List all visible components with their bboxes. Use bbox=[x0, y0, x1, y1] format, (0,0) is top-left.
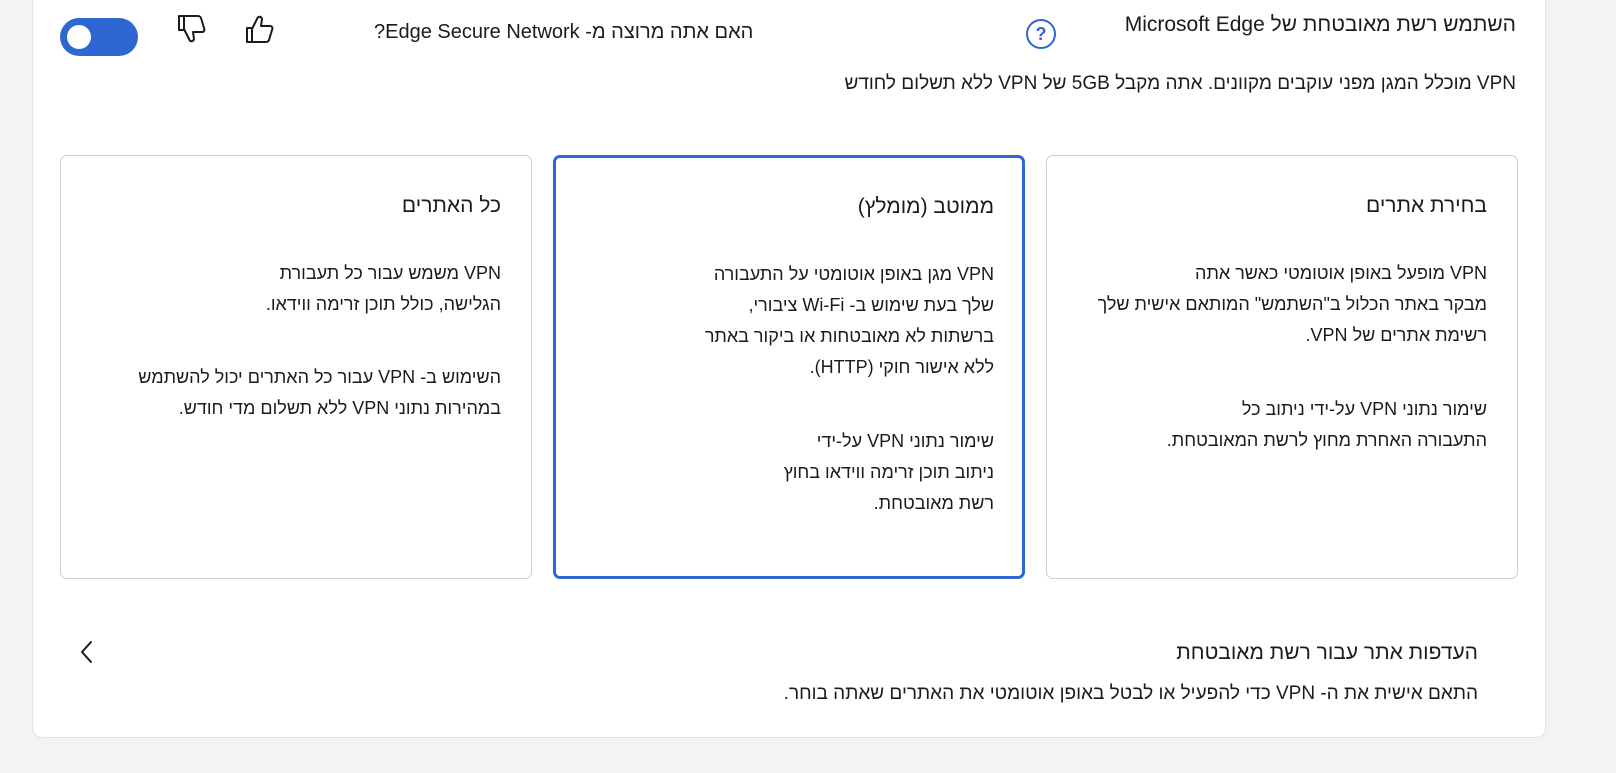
option-title: כל האתרים bbox=[401, 194, 501, 217]
option-text-line: VPN מופעל באופן אוטומטי כאשר אתה bbox=[1195, 263, 1487, 283]
option-text-line: ניתוב תוכן זרימה ווידאו בחוץ bbox=[783, 462, 994, 482]
option-text-line: במהירות נתוני VPN ללא תשלום מדי חודש. bbox=[178, 398, 501, 418]
thumbs-down-icon[interactable] bbox=[173, 11, 209, 47]
option-text-line: ברשתות לא מאובטחות או ביקור באתר bbox=[704, 326, 994, 346]
chevron-left-icon[interactable] bbox=[77, 638, 97, 666]
secure-network-panel: השתמש רשת מאובטחת של Microsoft Edge ? הא… bbox=[32, 0, 1546, 738]
option-text-line: רשימת אתרים של VPN. bbox=[1305, 325, 1487, 345]
option-text-line: התעבורה האחרת מחוץ לרשת המאובטחת. bbox=[1166, 430, 1487, 450]
option-description: VPN מופעל באופן אוטומטי כאשר אתה מבקר בא… bbox=[1077, 258, 1487, 351]
thumbs-up-icon[interactable] bbox=[241, 11, 277, 47]
option-title: ממוטב (מומלץ) bbox=[857, 195, 994, 218]
option-title: בחירת אתרים bbox=[1366, 194, 1487, 217]
toggle-knob bbox=[67, 25, 91, 49]
option-description: VPN מגן באופן אוטומטי על התעבורה שלך בעת… bbox=[584, 259, 994, 383]
option-text-line: ללא אישור חוקי (HTTP). bbox=[809, 357, 994, 377]
option-text-line: שלך בעת שימוש ב- Wi-Fi ציבורי, bbox=[748, 295, 995, 315]
option-card-all-sites[interactable]: כל האתרים VPN משמש עבור כל תעבורת הגלישה… bbox=[60, 155, 532, 579]
option-note: שימור נתוני VPN על-ידי ניתוב כל התעבורה … bbox=[1077, 394, 1487, 456]
option-text-line: רשת מאובטחת. bbox=[873, 493, 994, 513]
question-circle-icon[interactable]: ? bbox=[1026, 19, 1056, 49]
option-text-line: מבקר באתר הכלול ב"השתמש" המותאם אישית של… bbox=[1097, 294, 1487, 314]
option-text-line: הגלישה, כולל תוכן זרימה ווידאו. bbox=[265, 294, 501, 314]
secure-network-description: VPN מוכלל המגן מפני עוקבים מקוונים. אתה … bbox=[844, 73, 1516, 94]
option-text-line: השימוש ב- VPN עבור כל האתרים יכול להשתמש bbox=[138, 367, 501, 387]
site-preferences-title[interactable]: העדפות אתר עבור רשת מאובטחת bbox=[1176, 641, 1478, 665]
option-note: השימוש ב- VPN עבור כל האתרים יכול להשתמש… bbox=[91, 362, 501, 424]
site-preferences-description: התאם אישית את ה- VPN כדי להפעיל או לבטל … bbox=[783, 683, 1478, 704]
option-text-line: שימור נתוני VPN על-ידי ניתוב כל bbox=[1241, 399, 1487, 419]
option-text-line: VPN משמש עבור כל תעבורת bbox=[279, 263, 501, 283]
option-text-line: VPN מגן באופן אוטומטי על התעבורה bbox=[713, 264, 994, 284]
secure-network-title: השתמש רשת מאובטחת של Microsoft Edge bbox=[1124, 13, 1516, 36]
feedback-question: האם אתה מרוצה מ- Edge Secure Network? bbox=[374, 21, 754, 43]
secure-network-toggle[interactable] bbox=[60, 18, 138, 56]
option-text-line: שימור נתוני VPN על-ידי bbox=[816, 431, 994, 451]
option-note: שימור נתוני VPN על-ידי ניתוב תוכן זרימה … bbox=[584, 426, 994, 519]
option-card-select-sites[interactable]: בחירת אתרים VPN מופעל באופן אוטומטי כאשר… bbox=[1046, 155, 1518, 579]
option-description: VPN משמש עבור כל תעבורת הגלישה, כולל תוכ… bbox=[91, 258, 501, 320]
option-card-optimized[interactable]: ממוטב (מומלץ) VPN מגן באופן אוטומטי על ה… bbox=[553, 155, 1025, 579]
